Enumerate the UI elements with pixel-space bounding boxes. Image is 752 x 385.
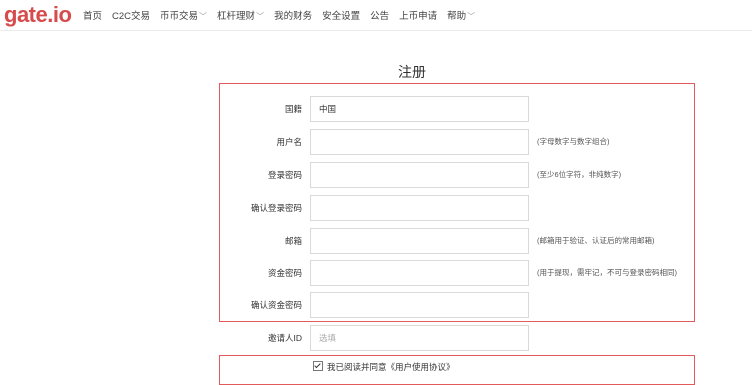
nav-item-announcements[interactable]: 公告 <box>370 8 389 22</box>
username-label: 用户名 <box>276 137 302 147</box>
nav-item-listing-apply[interactable]: 上币申请 <box>399 8 437 22</box>
login-password-label: 登录密码 <box>267 170 302 180</box>
nationality-label: 国籍 <box>284 104 302 114</box>
inviter-id-label: 邀请人ID <box>267 333 302 343</box>
username-input[interactable] <box>310 129 529 155</box>
fund-password-label: 资金密码 <box>267 268 302 278</box>
nav-item-security[interactable]: 安全设置 <box>322 8 360 22</box>
fund-password-input[interactable] <box>310 260 529 286</box>
inviter-id-input[interactable]: 选填 <box>310 325 529 351</box>
nav-item-spot-trading[interactable]: 币币交易﹀ <box>160 8 207 22</box>
nav-item-label: 首页 <box>83 11 103 22</box>
email-hint: (邮箱用于验证、认证后的常用邮箱) <box>537 236 655 245</box>
form-row-confirm-login-password: 确认登录密码 <box>219 195 695 221</box>
form-row-login-password: 登录密码 (至少6位字符，非纯数字) <box>219 162 695 188</box>
agreement-label[interactable]: 我已阅读并同意《用户使用协议》 <box>327 362 455 372</box>
confirm-fund-password-label: 确认资金密码 <box>250 300 302 310</box>
form-row-username: 用户名 (字母数字与数字组合) <box>219 129 695 155</box>
nav-item-label: 杠杆理财 <box>217 11 256 22</box>
confirm-fund-password-input[interactable] <box>310 292 529 318</box>
nav-item-label: 我的财务 <box>274 11 313 22</box>
form-row-nationality: 国籍 中国 <box>219 96 695 122</box>
agreement-checkbox-row[interactable]: 我已阅读并同意《用户使用协议》 <box>313 361 455 373</box>
chevron-down-icon: ﹀ <box>199 12 208 21</box>
email-input[interactable] <box>310 228 529 254</box>
nav-item-label: 帮助 <box>447 11 467 22</box>
nationality-select[interactable]: 中国 <box>310 96 529 122</box>
nav-item-label: 公告 <box>370 11 390 22</box>
nav-item-help[interactable]: 帮助﹀ <box>447 8 475 22</box>
nav-item-label: 上币申请 <box>399 11 438 22</box>
logo-text-gate: gate <box>4 2 48 27</box>
email-label: 邮箱 <box>284 236 302 246</box>
nav-item-c2c[interactable]: C2C交易 <box>112 8 150 22</box>
nav-item-label: C2C交易 <box>112 11 151 22</box>
main-nav: 首页 C2C交易 币币交易﹀ 杠杆理财﹀ 我的财务 安全设置 公告 上币申请 帮… <box>83 8 485 22</box>
login-password-hint: (至少6位字符，非纯数字) <box>537 170 622 179</box>
gateio-logo[interactable]: gate.io <box>4 2 72 27</box>
nav-item-label: 安全设置 <box>322 11 361 22</box>
chevron-down-icon: ﹀ <box>256 12 265 21</box>
fund-password-hint: (用于提现，需牢记，不可与登录密码相同) <box>537 268 677 277</box>
highlight-box-agreement <box>219 355 695 385</box>
logo-text-io: io <box>52 2 72 27</box>
form-row-inviter-id: 邀请人ID 选填 <box>219 325 695 351</box>
form-row-confirm-fund-password: 确认资金密码 <box>219 292 695 318</box>
nav-item-margin[interactable]: 杠杆理财﹀ <box>217 8 264 22</box>
chevron-down-icon: ﹀ <box>467 12 476 21</box>
page-title: 注册 <box>398 64 426 80</box>
confirm-login-password-input[interactable] <box>310 195 529 221</box>
confirm-login-password-label: 确认登录密码 <box>250 203 302 213</box>
top-navigation-bar: gate.io 首页 C2C交易 币币交易﹀ 杠杆理财﹀ 我的财务 安全设置 公… <box>0 0 752 31</box>
login-password-input[interactable] <box>310 162 529 188</box>
form-row-fund-password: 资金密码 (用于提现，需牢记，不可与登录密码相同) <box>219 260 695 286</box>
nav-item-label: 币币交易 <box>160 11 199 22</box>
nav-item-home[interactable]: 首页 <box>83 8 102 22</box>
username-hint: (字母数字与数字组合) <box>537 137 610 146</box>
nav-item-finance[interactable]: 我的财务 <box>274 8 312 22</box>
form-row-email: 邮箱 (邮箱用于验证、认证后的常用邮箱) <box>219 228 695 254</box>
